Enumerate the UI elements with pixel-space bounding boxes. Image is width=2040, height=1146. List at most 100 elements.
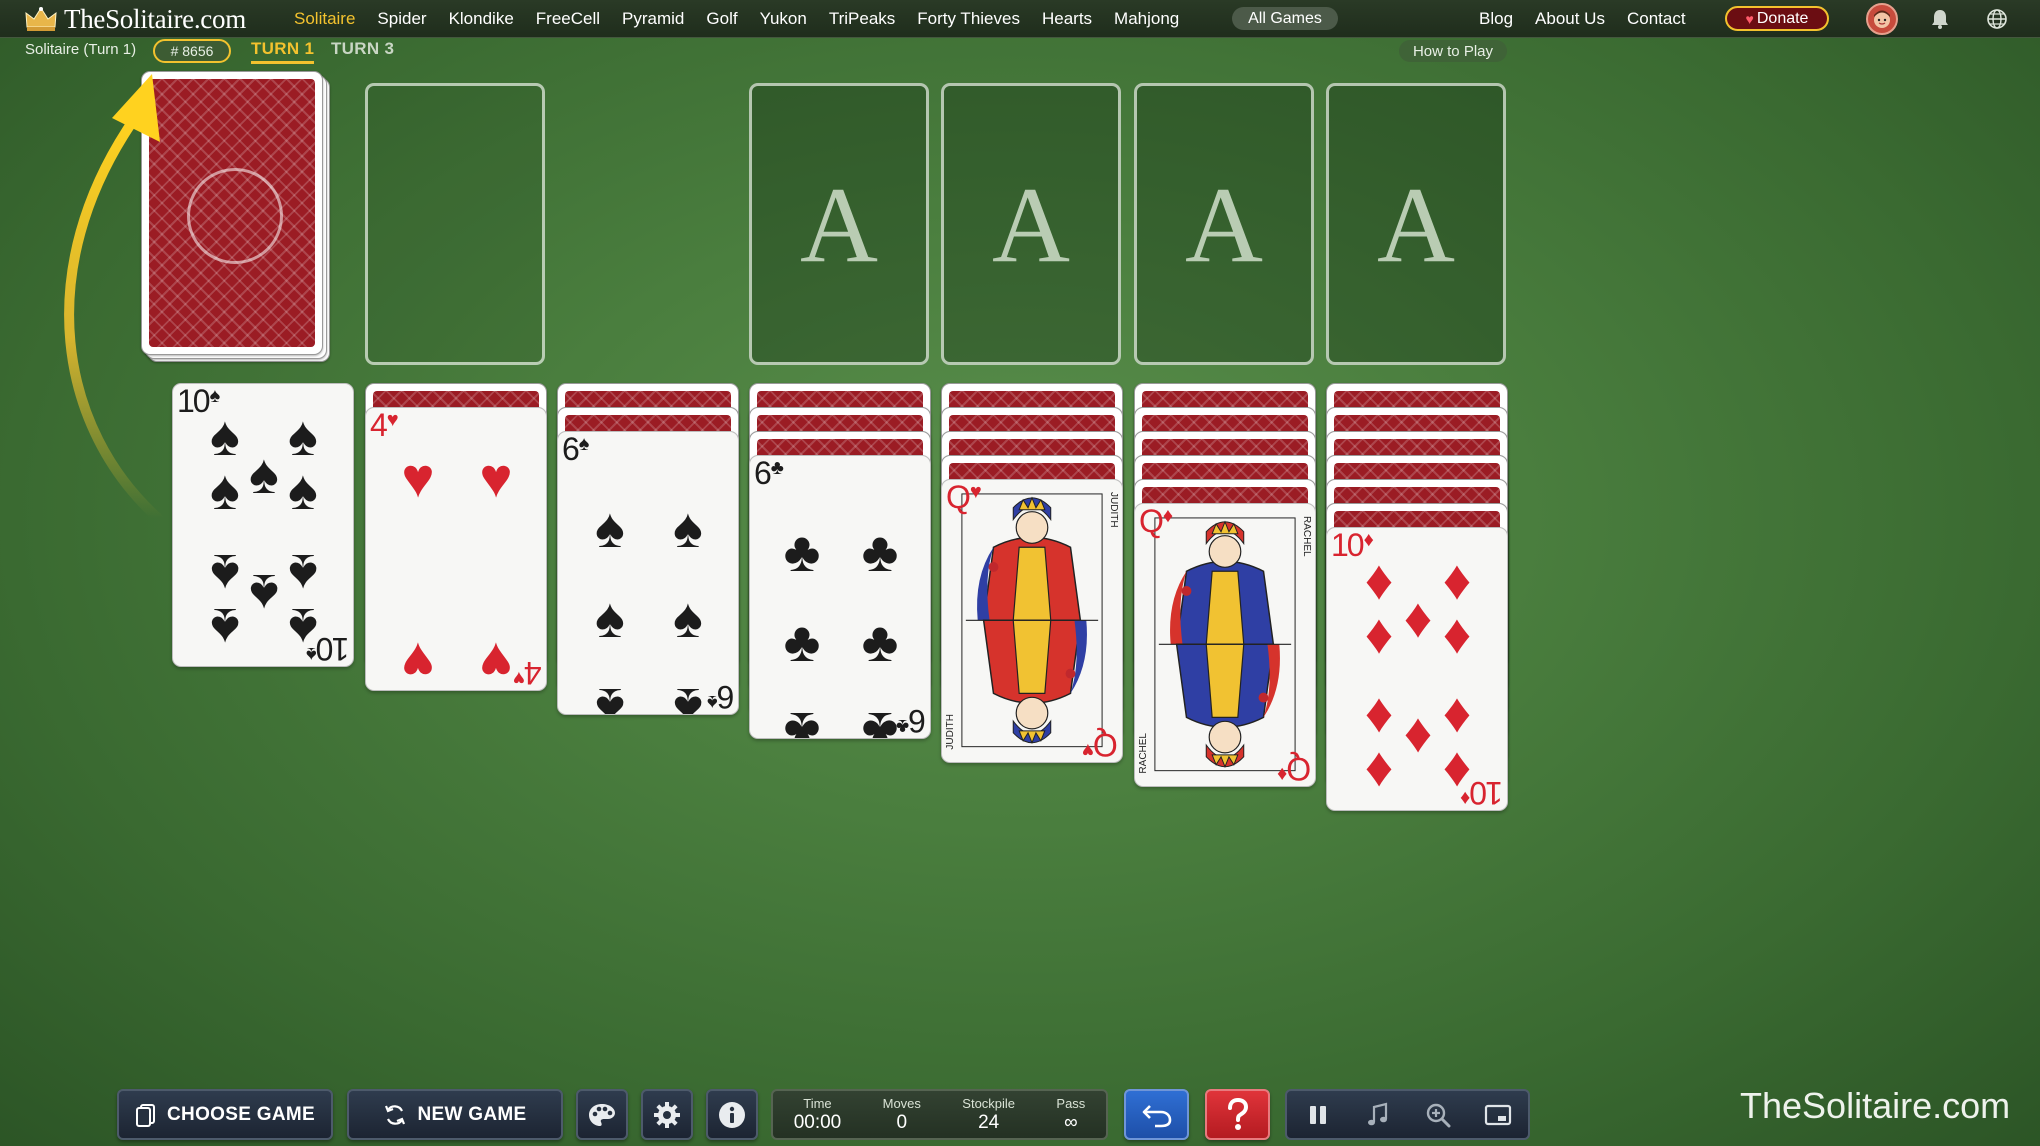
pause-button[interactable] [1299,1097,1335,1133]
card-pip: ♦ [1364,602,1394,665]
theme-button[interactable] [576,1089,628,1140]
bell-icon[interactable] [1928,7,1952,31]
music-button[interactable] [1359,1097,1395,1133]
settings-button[interactable] [641,1089,693,1140]
card-pip: ♥ [479,446,513,509]
donate-label: Donate [1756,9,1809,27]
card-index-top: Q ♦ [1139,504,1173,538]
card-suit: ♠ [706,691,718,713]
card-rank: 4 [526,655,542,691]
nav-golf[interactable]: Golf [706,9,737,29]
card-suit: ♠ [305,643,317,665]
nav-hearts[interactable]: Hearts [1042,9,1092,29]
card-pip: ♠ [210,597,240,660]
waste-pile[interactable] [365,83,545,365]
foundation-3[interactable]: A [1134,83,1314,365]
face-up-card[interactable]: RACHEL RACHEL Q ♦ Q ♦ [1134,503,1316,787]
card-rank: Q [1139,503,1164,539]
nav-pyramid[interactable]: Pyramid [622,9,684,29]
foundation-2[interactable]: A [941,83,1121,365]
stat-value: 24 [978,1111,1000,1133]
nav-solitaire[interactable]: Solitaire [294,9,355,29]
avatar[interactable] [1866,3,1898,35]
card-pip: ♥ [401,446,435,509]
how-to-play-button[interactable]: How to Play [1399,40,1507,62]
card-suit: ♥ [969,481,982,503]
fullscreen-button[interactable] [1480,1097,1516,1133]
zoom-button[interactable] [1420,1097,1456,1133]
all-games-button[interactable]: All Games [1232,7,1338,30]
music-note-icon [1367,1102,1387,1125]
card-index-top: 4 ♥ [370,408,399,442]
nav-blog[interactable]: Blog [1479,9,1513,29]
choose-game-button[interactable]: CHOOSE GAME [117,1089,333,1140]
card-rank: 10 [177,383,211,419]
nav-mahjong[interactable]: Mahjong [1114,9,1179,29]
stat-label: Time [803,1095,832,1111]
nav-contact[interactable]: Contact [1627,9,1686,29]
donate-button[interactable]: ♥ Donate [1725,6,1829,31]
card-pip: ♣ [861,610,899,673]
stat-value: ∞ [1064,1111,1078,1133]
new-game-button[interactable]: NEW GAME [347,1089,563,1140]
nav-freecell[interactable]: FreeCell [536,9,600,29]
foundation-4[interactable]: A [1326,83,1506,365]
game-controls [1285,1089,1530,1140]
nav-klondike[interactable]: Klondike [449,9,514,29]
cards-icon [136,1103,156,1127]
globe-icon[interactable] [1985,7,2009,31]
site-logo[interactable]: TheSolitaire.com [24,3,246,35]
gear-icon [654,1101,680,1128]
card-index-bottom: 6 ♣ [896,703,926,739]
hint-button[interactable] [1205,1089,1270,1140]
game-number-badge[interactable]: # 8656 [153,39,231,63]
nav-forty-thieves[interactable]: Forty Thieves [917,9,1020,29]
card-rank: 4 [370,407,388,443]
undo-button[interactable] [1124,1089,1189,1140]
choose-game-label: CHOOSE GAME [167,1103,315,1125]
card-index-top: Q ♥ [946,480,982,514]
card-suit: ♥ [513,667,526,689]
nav-yukon[interactable]: Yukon [760,9,807,29]
face-up-card[interactable]: ♦ ♦ ♦ ♦ ♦ ♦ ♦ ♦ ♦ ♦ 10 ♦ 10 ♦ [1326,527,1508,811]
tab-turn-3[interactable]: TURN 3 [331,39,394,59]
face-up-card[interactable]: JUDITH JUDITH Q ♥ Q ♥ [941,479,1123,763]
nav-about-us[interactable]: About Us [1535,9,1605,29]
card-index-top: 6 ♠ [562,432,589,466]
info-button[interactable] [706,1089,758,1140]
card-index-bottom: 10 ♦ [1460,775,1503,810]
card-pip: ♣ [783,701,821,739]
tab-turn-1[interactable]: TURN 1 [251,39,315,64]
card-suit: ♦ [1460,787,1471,809]
nav-tripeaks[interactable]: TriPeaks [829,9,895,29]
card-pip: ♠ [595,677,625,715]
card-pip: ♠ [673,586,703,649]
info-icon [719,1101,745,1128]
card-index-bottom: 6 ♠ [706,679,734,715]
card-index-top: 10 ♠ [177,384,220,418]
foundation-1[interactable]: A [749,83,929,365]
card-pip: ♣ [861,520,899,583]
face-up-card[interactable]: ♠ ♠ ♠ ♠ ♠ ♠ ♠ ♠ ♠ ♠ 10 ♠ 10 ♠ [172,383,354,667]
face-up-card[interactable]: ♠ ♠ ♠ ♠ ♠ ♠ 6 ♠ 6 ♠ [557,431,739,715]
stat-pass: Pass ∞ [1056,1096,1085,1134]
crown-icon [25,7,57,31]
face-up-card[interactable]: ♥ ♥ ♥ ♥ 4 ♥ 4 ♥ [365,407,547,691]
logo-text: TheSolitaire.com [64,3,246,34]
card-suit: ♥ [386,409,399,431]
card-rank: 6 [910,703,926,739]
card-pip: ♣ [783,610,821,673]
card-rank: Q [1288,751,1311,787]
face-up-card[interactable]: ♣ ♣ ♣ ♣ ♣ ♣ 6 ♣ 6 ♣ [749,455,931,739]
card-pip: ♠ [595,496,625,559]
foundation-ace-label: A [800,166,878,285]
stat-time: Time 00:00 [794,1096,842,1134]
queen-face-icon [961,493,1103,748]
card-rank: 6 [718,679,734,715]
card-rank: 6 [754,455,772,491]
game-nav: Solitaire Spider Klondike FreeCell Pyram… [294,0,1201,38]
nav-spider[interactable]: Spider [377,9,426,29]
stat-label: Moves [882,1095,921,1111]
card-rank: 6 [562,431,580,467]
question-mark-icon [1227,1097,1248,1130]
